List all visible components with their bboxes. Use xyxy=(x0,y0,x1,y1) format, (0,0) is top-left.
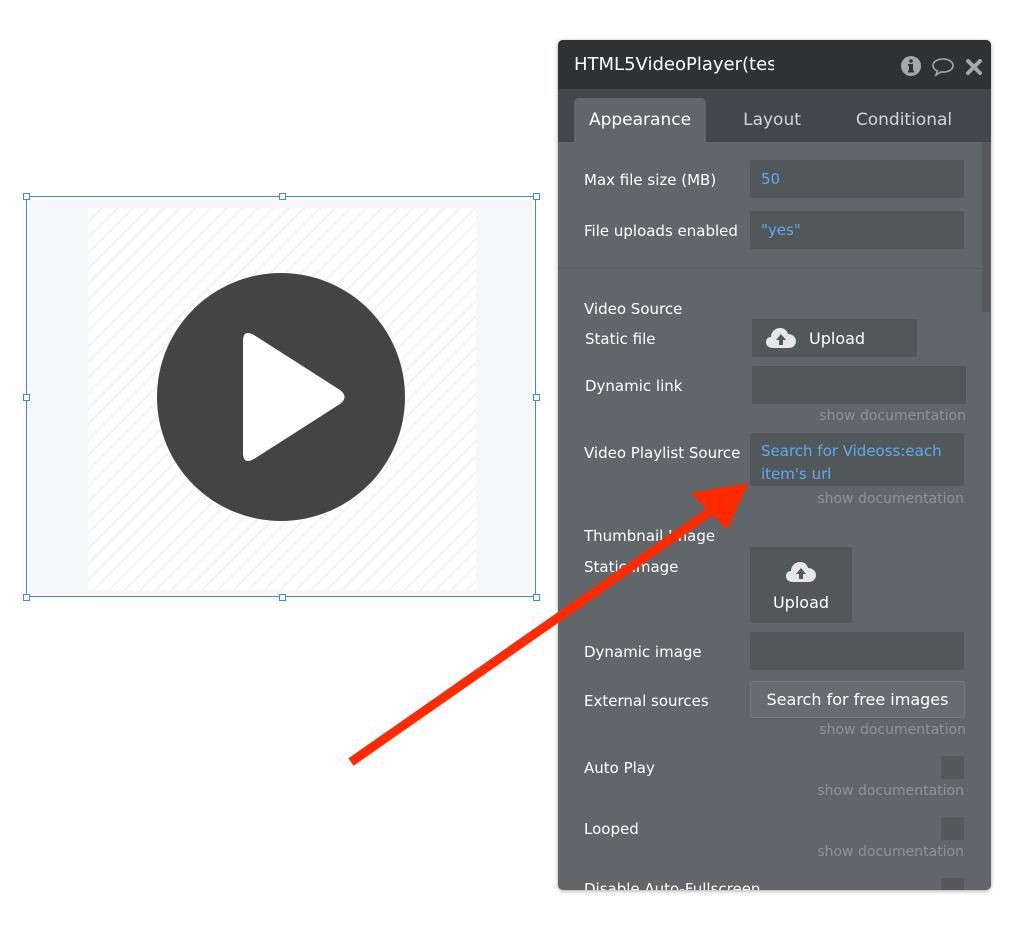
playlist-value-line1: Search for Videoss:each xyxy=(761,442,942,460)
cloud-upload-icon xyxy=(765,327,797,353)
dynamic-link-label: Dynamic link xyxy=(585,377,683,395)
dynamic-image-input[interactable] xyxy=(750,632,964,670)
resize-handle-l[interactable] xyxy=(23,394,30,401)
video-source-section-label: Video Source xyxy=(584,300,683,318)
max-file-size-input[interactable]: 50 xyxy=(750,160,964,198)
upload-label: Upload xyxy=(809,329,866,348)
search-free-images-button[interactable]: Search for free images xyxy=(750,681,965,718)
panel-tabs: Appearance Layout Conditional xyxy=(558,89,991,142)
playlist-value-line2: item's url xyxy=(761,465,832,483)
resize-handle-tr[interactable] xyxy=(533,193,540,200)
panel-title: HTML5VideoPlayer(testin xyxy=(574,54,774,75)
disable-auto-fullscreen-checkbox[interactable] xyxy=(941,878,964,890)
looped-label: Looped xyxy=(584,820,639,838)
auto-play-checkbox[interactable] xyxy=(941,756,964,779)
resize-handle-br[interactable] xyxy=(533,594,540,601)
close-icon[interactable] xyxy=(965,58,983,80)
tab-appearance[interactable]: Appearance xyxy=(574,98,706,142)
tab-layout[interactable]: Layout xyxy=(728,98,816,142)
disable-auto-fullscreen-label: Disable Auto-Fullscreen xyxy=(584,880,761,890)
panel-body: Max file size (MB) 50 File uploads enabl… xyxy=(558,142,991,890)
static-file-label: Static file xyxy=(585,330,656,348)
upload-label: Upload xyxy=(772,593,830,612)
resize-handle-bl[interactable] xyxy=(23,594,30,601)
section-divider xyxy=(558,268,982,269)
property-editor-panel: HTML5VideoPlayer(testin Appearance Layou… xyxy=(558,40,991,890)
show-documentation-link[interactable]: show documentation xyxy=(817,844,964,860)
video-playlist-source-input[interactable]: Search for Videoss:each item's url xyxy=(750,433,964,486)
looped-checkbox[interactable] xyxy=(941,817,964,840)
file-uploads-enabled-label: File uploads enabled xyxy=(584,222,738,240)
show-documentation-link[interactable]: show documentation xyxy=(819,722,966,738)
file-uploads-enabled-input[interactable]: "yes" xyxy=(750,211,964,249)
dynamic-link-input[interactable] xyxy=(752,366,966,404)
resize-handle-r[interactable] xyxy=(533,394,540,401)
play-circle-icon xyxy=(157,273,405,521)
panel-header: HTML5VideoPlayer(testin xyxy=(558,40,991,89)
static-file-upload-button[interactable]: Upload xyxy=(752,319,917,357)
static-image-label: Static image xyxy=(584,558,679,576)
show-documentation-link[interactable]: show documentation xyxy=(819,408,966,424)
resize-handle-b[interactable] xyxy=(279,594,286,601)
external-sources-label: External sources xyxy=(584,692,709,710)
show-documentation-link[interactable]: show documentation xyxy=(817,783,964,799)
thumbnail-section-label: Thumbnail Image xyxy=(584,527,716,545)
resize-handle-tl[interactable] xyxy=(23,193,30,200)
dynamic-image-label: Dynamic image xyxy=(584,643,702,661)
show-documentation-link[interactable]: show documentation xyxy=(817,491,964,507)
info-icon[interactable] xyxy=(901,56,921,80)
cloud-upload-icon xyxy=(785,561,817,587)
tab-conditional[interactable]: Conditional xyxy=(848,98,960,142)
max-file-size-label: Max file size (MB) xyxy=(584,171,717,189)
auto-play-label: Auto Play xyxy=(584,759,655,777)
video-playlist-source-label: Video Playlist Source xyxy=(584,444,741,462)
resize-handle-t[interactable] xyxy=(279,193,286,200)
static-image-upload-button[interactable]: Upload xyxy=(750,547,852,623)
comment-icon[interactable] xyxy=(931,57,955,81)
